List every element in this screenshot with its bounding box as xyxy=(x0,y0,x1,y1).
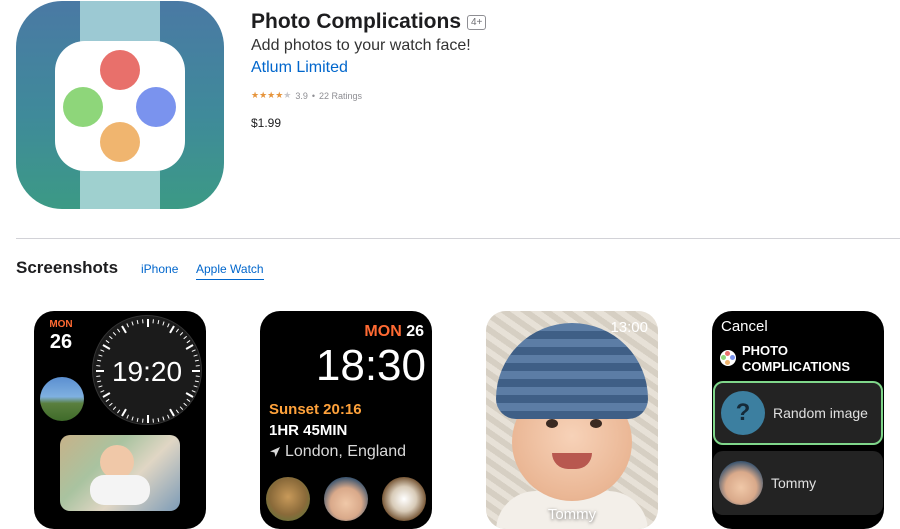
location: London, England xyxy=(269,443,406,461)
day-label: MON xyxy=(364,323,402,340)
app-icon xyxy=(16,1,224,209)
rating-count: 22 Ratings xyxy=(319,90,363,101)
baby-body xyxy=(90,475,150,505)
age-rating-badge: 4+ xyxy=(467,14,487,30)
cancel-button: Cancel xyxy=(721,318,768,335)
screenshot-3[interactable]: 13:00 Tommy xyxy=(486,311,658,529)
puppy-avatar xyxy=(382,477,426,521)
screenshot-4[interactable]: Cancel PHOTO COMPLICATIONS ? Random imag… xyxy=(712,311,884,529)
blue-dot xyxy=(136,87,176,127)
orange-dot xyxy=(100,122,140,162)
green-dot xyxy=(63,87,103,127)
day-length: 1HR 45MIN xyxy=(269,422,348,439)
red-dot xyxy=(100,50,140,90)
option-label: Tommy xyxy=(771,475,817,491)
watch-face xyxy=(55,41,185,171)
app-subtitle: Add photos to your watch face! xyxy=(251,37,471,54)
location-arrow-icon xyxy=(270,447,280,457)
app-title: Photo Complications xyxy=(251,10,461,33)
clock-time: 19:20 xyxy=(111,356,183,387)
screenshot-2[interactable]: MON 26 18:30 Sunset 20:16 1HR 45MIN Lond… xyxy=(260,311,432,529)
rating-row: ★★★★★ 3.9 • 22 Ratings xyxy=(251,90,362,101)
clock-dial: 19:20 xyxy=(92,315,202,425)
baby-head xyxy=(100,445,134,479)
random-image-option: ? Random image xyxy=(713,381,883,445)
app-name: PHOTO COMPLICATIONS xyxy=(742,343,851,374)
rating-separator: • xyxy=(311,90,316,101)
screenshot-1[interactable]: MON 26 19:20 xyxy=(34,311,206,529)
location-text: London, England xyxy=(285,443,406,460)
divider xyxy=(16,238,900,239)
developer-link[interactable]: Atlum Limited xyxy=(251,59,348,77)
rating-value: 3.9 xyxy=(295,90,308,101)
date-line: MON 26 xyxy=(364,323,424,341)
tommy-avatar xyxy=(719,461,763,505)
title-row: Photo Complications 4+ xyxy=(251,10,487,34)
question-mark-icon: ? xyxy=(721,391,765,435)
watch-time: 18:30 xyxy=(315,341,426,390)
tab-iphone[interactable]: iPhone xyxy=(141,262,178,276)
baby-avatar xyxy=(324,477,368,521)
date-complication: MON 26 xyxy=(42,319,80,363)
photo-name: Tommy xyxy=(547,506,597,523)
dog-avatar xyxy=(266,477,310,521)
eye-left xyxy=(546,419,558,428)
app-header: PHOTO COMPLICATIONS xyxy=(720,343,872,375)
day-label: MON xyxy=(49,319,73,330)
eye-right xyxy=(590,419,602,428)
sunset-time: Sunset 20:16 xyxy=(269,401,362,418)
screenshots-title: Screenshots xyxy=(16,258,119,277)
day-number: 26 xyxy=(406,323,424,340)
day-number: 26 xyxy=(49,331,73,353)
mini-app-icon xyxy=(720,350,736,366)
landscape-photo xyxy=(40,377,84,421)
price: $1.99 xyxy=(251,116,282,130)
tommy-option: Tommy xyxy=(713,451,883,515)
tab-apple-watch[interactable]: Apple Watch xyxy=(196,262,264,280)
option-label: Random image xyxy=(773,405,868,421)
watch-time: 13:00 xyxy=(610,319,648,336)
baby-photo xyxy=(60,435,180,511)
star-rating-icon: ★★★★★ xyxy=(251,90,292,100)
